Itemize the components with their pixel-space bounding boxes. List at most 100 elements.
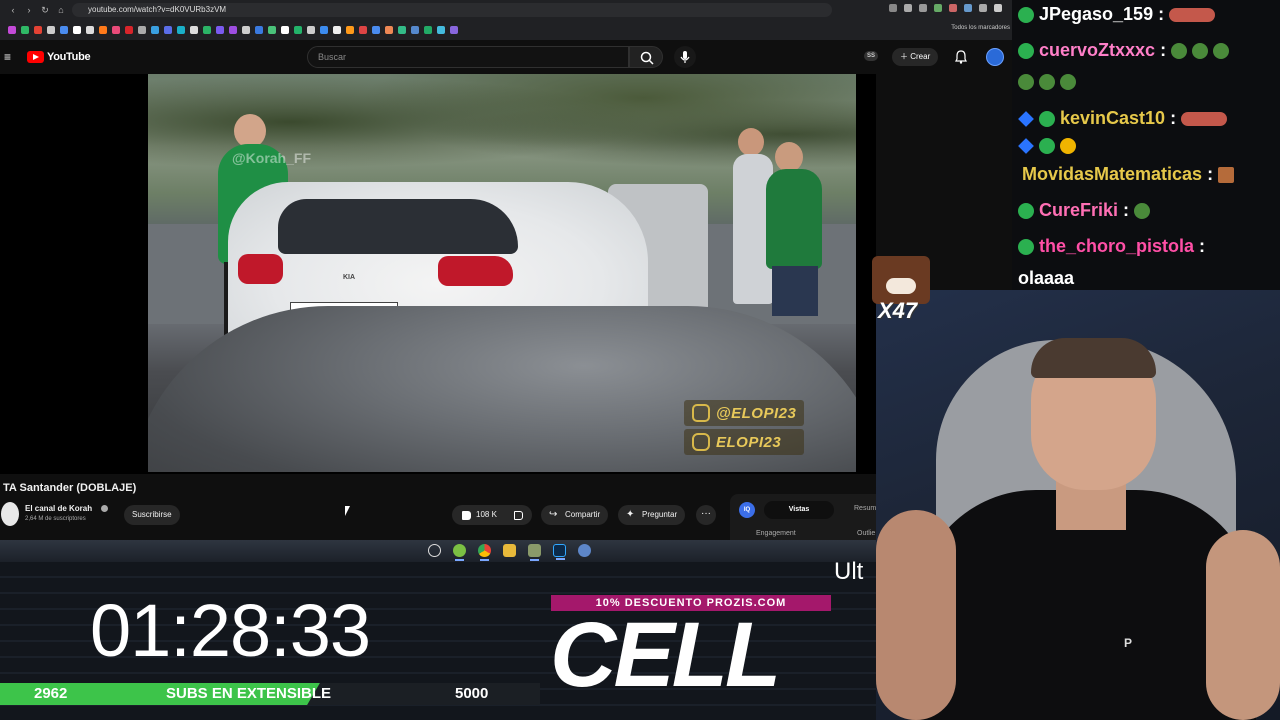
bookmark-icon[interactable] xyxy=(437,26,445,34)
youtube-logo[interactable]: YouTube xyxy=(27,51,91,63)
bookmark-icon[interactable] xyxy=(268,26,276,34)
ss-extension-badge[interactable]: SS xyxy=(864,51,879,61)
zoom-icon[interactable] xyxy=(889,4,897,12)
bookmark-icon[interactable] xyxy=(398,26,406,34)
bookmark-icon[interactable] xyxy=(47,26,55,34)
star-icon[interactable] xyxy=(919,4,927,12)
cell-brand-logo: CELL xyxy=(550,604,781,706)
hamburger-menu-icon[interactable]: ≡ xyxy=(4,50,11,64)
bookmark-icon[interactable] xyxy=(73,26,81,34)
video-player[interactable]: KIA 942 33 33 33 @Korah_FF @ELOPI23 ELOP… xyxy=(0,74,876,474)
voice-search-button[interactable] xyxy=(674,46,696,68)
subs-goal: 5000 xyxy=(455,685,489,702)
bookmark-icon[interactable] xyxy=(151,26,159,34)
bookmark-icon[interactable] xyxy=(60,26,68,34)
back-icon[interactable]: ‹ xyxy=(8,5,18,15)
more-actions-button[interactable]: ··· xyxy=(696,505,716,525)
bookmark-icon[interactable] xyxy=(242,26,250,34)
bookmark-icon[interactable] xyxy=(294,26,302,34)
like-count: 108 K xyxy=(476,510,497,519)
instagram-handle-row: ELOPI23 xyxy=(684,429,805,455)
extension-icon[interactable] xyxy=(934,4,942,12)
analytics-extension-panel: IQ Vistas Resum Engagement Outlie xyxy=(730,494,876,540)
chrome-icon[interactable] xyxy=(478,544,491,561)
app-icon[interactable] xyxy=(528,544,541,561)
app-icon[interactable] xyxy=(453,544,466,561)
share-label: Compartir xyxy=(565,510,601,519)
bookmark-icon[interactable] xyxy=(86,26,94,34)
create-button[interactable]: ＋ Crear xyxy=(892,48,939,66)
streamer-webcam: P xyxy=(876,290,1280,720)
share-arrow-icon: ↪ xyxy=(549,509,558,520)
bookmark-icon[interactable] xyxy=(333,26,341,34)
video-frame[interactable]: KIA 942 33 33 33 @Korah_FF @ELOPI23 ELOP… xyxy=(148,74,856,472)
folder-icon[interactable] xyxy=(503,544,516,557)
puzzle-icon[interactable] xyxy=(979,4,987,12)
chat-message: MovidasMatematicas: xyxy=(1022,164,1235,185)
share-button[interactable]: ↪ Compartir xyxy=(541,505,609,525)
channel-name[interactable]: El canal de Korah xyxy=(25,504,92,513)
bookmark-icon[interactable] xyxy=(320,26,328,34)
search-icon xyxy=(640,51,654,65)
tab-engagement[interactable]: Engagement xyxy=(756,530,796,537)
bookmark-icon[interactable] xyxy=(190,26,198,34)
share-page-icon[interactable] xyxy=(904,4,912,12)
bits-badge-icon xyxy=(1060,138,1076,154)
tab-outlier[interactable]: Outlie xyxy=(857,530,875,537)
plus-icon: ＋ xyxy=(900,52,911,61)
bookmark-icon[interactable] xyxy=(125,26,133,34)
thumbs-down-icon[interactable] xyxy=(514,511,523,520)
youtube-play-icon xyxy=(27,51,44,63)
bookmark-icon[interactable] xyxy=(424,26,432,34)
microphone-icon xyxy=(680,51,690,63)
bookmark-icon[interactable] xyxy=(255,26,263,34)
bookmark-icon[interactable] xyxy=(411,26,419,34)
bookmark-icon[interactable] xyxy=(385,26,393,34)
app-icon[interactable] xyxy=(578,544,591,557)
subscribe-button[interactable]: Suscribirse xyxy=(124,505,180,525)
chat-username: MovidasMatematicas xyxy=(1022,164,1203,184)
analytics-logo[interactable]: IQ xyxy=(739,502,755,518)
bookmark-icon[interactable] xyxy=(164,26,172,34)
all-bookmarks-label[interactable]: Todos los marcadores xyxy=(951,25,1010,31)
search-button[interactable] xyxy=(629,46,663,68)
bookmark-icon[interactable] xyxy=(21,26,29,34)
reload-icon[interactable]: ↻ xyxy=(40,5,50,16)
notifications-bell-icon[interactable] xyxy=(953,49,969,65)
search-input[interactable] xyxy=(307,46,629,68)
user-avatar[interactable] xyxy=(986,48,1004,66)
ask-button[interactable]: ✦ Preguntar xyxy=(618,505,686,525)
bookmark-icon[interactable] xyxy=(99,26,107,34)
forward-icon[interactable]: › xyxy=(24,5,34,15)
bookmark-icon[interactable] xyxy=(359,26,367,34)
bookmark-icon[interactable] xyxy=(372,26,380,34)
photoshop-icon[interactable] xyxy=(553,544,566,560)
tab-vistas[interactable]: Vistas xyxy=(764,501,834,519)
bookmark-icon[interactable] xyxy=(450,26,458,34)
obs-icon[interactable] xyxy=(428,544,441,557)
create-label: Crear xyxy=(910,52,931,61)
video-person xyxy=(738,128,764,156)
video-taxi-window xyxy=(278,199,518,254)
bookmark-icon[interactable] xyxy=(229,26,237,34)
bookmark-icon[interactable] xyxy=(216,26,224,34)
tab-resumen[interactable]: Resum xyxy=(854,505,876,512)
bookmark-icon[interactable] xyxy=(307,26,315,34)
home-icon[interactable]: ⌂ xyxy=(56,5,66,15)
bookmark-icon[interactable] xyxy=(112,26,120,34)
bookmark-icon[interactable] xyxy=(203,26,211,34)
youtube-header: ≡ YouTube SS ＋ Crear xyxy=(0,40,1012,74)
bookmark-icon[interactable] xyxy=(8,26,16,34)
extension-icons xyxy=(889,4,1002,12)
channel-avatar[interactable] xyxy=(1,502,19,526)
bookmark-icon[interactable] xyxy=(281,26,289,34)
bookmark-icon[interactable] xyxy=(177,26,185,34)
address-bar[interactable]: youtube.com/watch?v=dK0VURb3zVM xyxy=(72,3,832,17)
extension-icon[interactable] xyxy=(964,4,972,12)
video-taxi-taillight xyxy=(438,256,513,286)
profile-icon[interactable] xyxy=(994,4,1002,12)
bookmark-icon[interactable] xyxy=(34,26,42,34)
extension-icon[interactable] xyxy=(949,4,957,12)
bookmark-icon[interactable] xyxy=(346,26,354,34)
bookmark-icon[interactable] xyxy=(138,26,146,34)
